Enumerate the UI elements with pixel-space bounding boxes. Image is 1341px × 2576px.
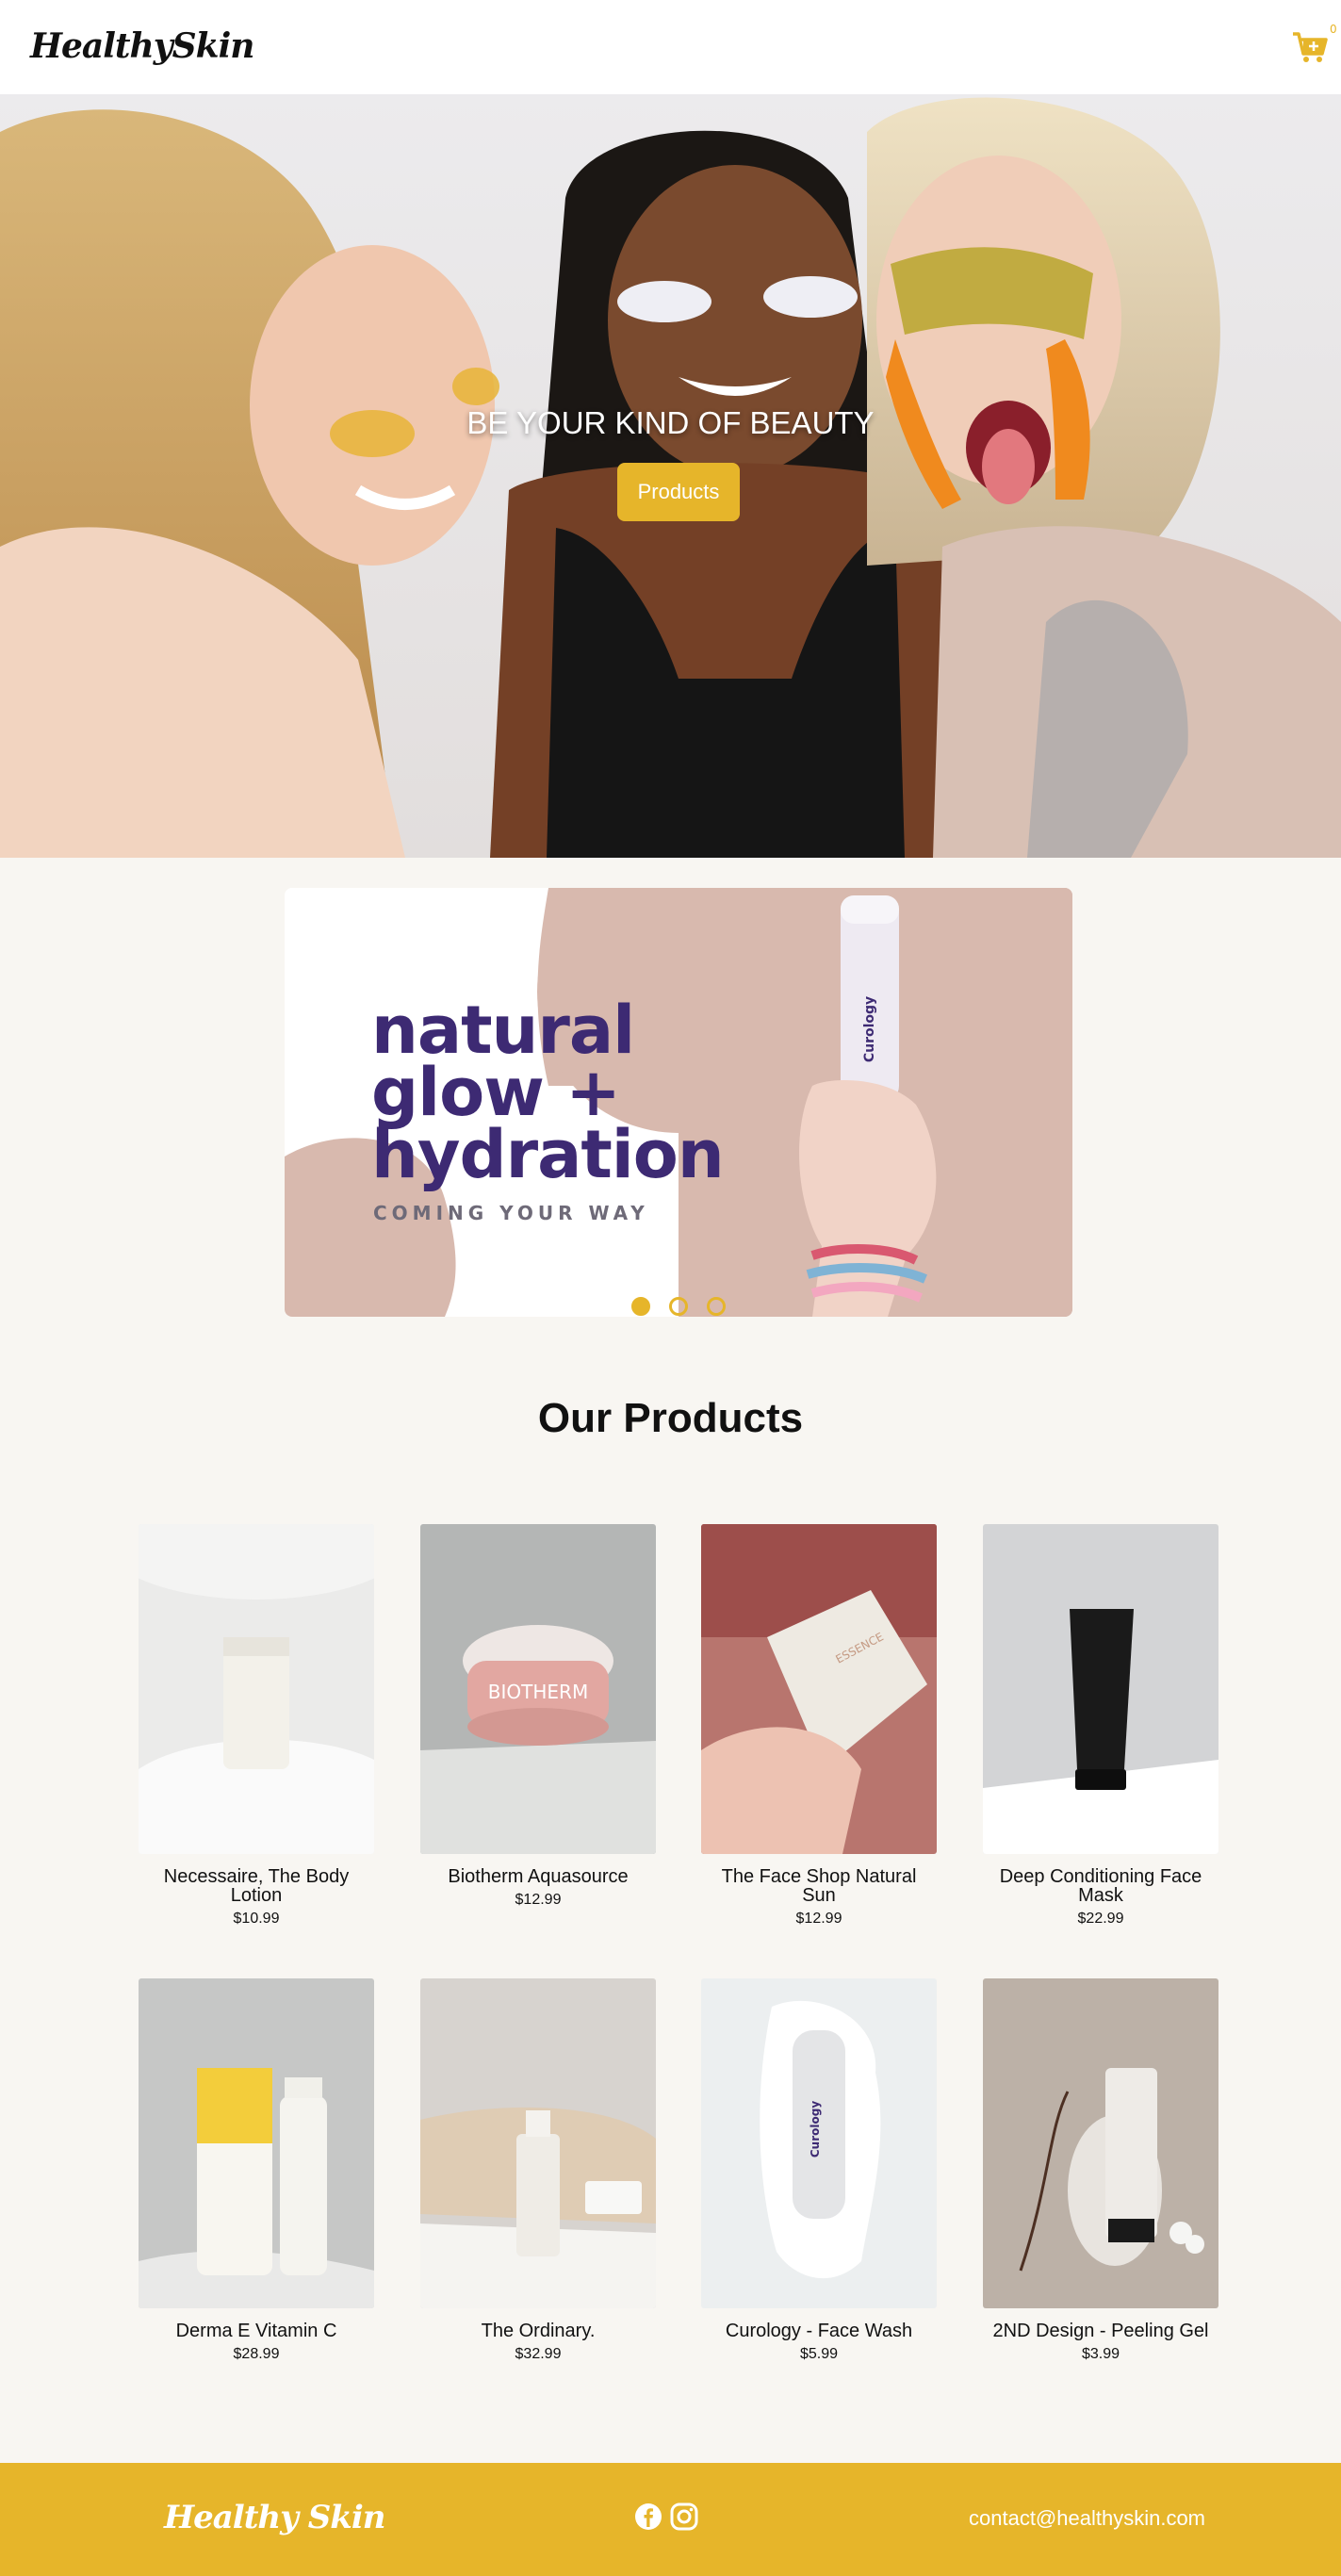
product-price: $12.99 — [515, 1892, 562, 1908]
svg-text:Curology: Curology — [809, 2101, 822, 2158]
facebook-icon[interactable] — [634, 2502, 662, 2531]
hero-title: BE YOUR KIND OF BEAUTY — [466, 405, 875, 440]
product-name: The Ordinary. — [481, 2321, 596, 2341]
site-header: HealthySkin 0 — [0, 0, 1341, 94]
product-price: $12.99 — [795, 1911, 842, 1927]
product-card[interactable]: ESSENCE The Face Shop Natural Sun $12.99 — [701, 1524, 937, 1928]
promo-headline-line: glow + — [371, 1054, 621, 1131]
promo-subheadline: COMING YOUR WAY — [373, 1202, 649, 1224]
carousel-dot-1[interactable] — [631, 1297, 650, 1316]
carousel-dot-2[interactable] — [669, 1297, 688, 1316]
cart-icon[interactable] — [1291, 28, 1329, 66]
product-image[interactable] — [139, 1978, 374, 2308]
product-price: $3.99 — [1081, 2346, 1120, 2362]
footer-logo[interactable]: Healthy Skin — [164, 2499, 385, 2536]
product-price: $28.99 — [233, 2346, 280, 2362]
product-card[interactable]: 2ND Design - Peeling Gel $3.99 — [983, 1978, 1218, 2363]
product-price: $22.99 — [1077, 1911, 1124, 1927]
product-card[interactable]: Deep Conditioning Face Mask $22.99 — [983, 1524, 1218, 1928]
svg-text:Curology: Curology — [862, 996, 877, 1062]
promo-headline-line: natural — [371, 992, 635, 1069]
product-card[interactable]: BIOTHERM Biotherm Aquasource $12.99 — [420, 1524, 656, 1909]
product-image[interactable]: Curology — [701, 1978, 937, 2308]
product-name: Biotherm Aquasource — [448, 1866, 629, 1887]
product-card[interactable]: Necessaire, The Body Lotion $10.99 — [139, 1524, 374, 1928]
product-name: The Face Shop Natural Sun — [721, 1866, 917, 1906]
product-image[interactable] — [983, 1978, 1218, 2308]
promo-headline-line: hydration — [371, 1116, 725, 1193]
product-price: $32.99 — [515, 2346, 562, 2362]
product-image[interactable] — [420, 1978, 656, 2308]
carousel-dot-3[interactable] — [707, 1297, 726, 1316]
site-logo[interactable]: HealthySkin — [30, 26, 254, 66]
product-name: 2ND Design - Peeling Gel — [992, 2321, 1209, 2341]
contact-email-link[interactable]: contact@healthyskin.com — [969, 2506, 1205, 2531]
product-name: Curology - Face Wash — [725, 2321, 913, 2341]
product-name: Necessaire, The Body Lotion — [163, 1866, 350, 1906]
products-button[interactable]: Products — [617, 463, 740, 521]
product-card[interactable]: Derma E Vitamin C $28.99 — [139, 1978, 374, 2363]
product-card[interactable]: Curology Curology - Face Wash $5.99 — [701, 1978, 937, 2363]
promo-carousel[interactable]: Curology natural glow + hydration COMING… — [285, 888, 1072, 1317]
product-card[interactable]: The Ordinary. $32.99 — [420, 1978, 656, 2363]
hero-banner: BE YOUR KIND OF BEAUTY Products — [0, 94, 1341, 858]
cart-count: 0 — [1330, 23, 1337, 36]
product-image[interactable]: ESSENCE — [701, 1524, 937, 1854]
product-price: $5.99 — [799, 2346, 839, 2362]
products-section-title: Our Products — [537, 1395, 804, 1441]
product-image[interactable] — [983, 1524, 1218, 1854]
instagram-icon[interactable] — [670, 2502, 698, 2531]
product-image[interactable]: BIOTHERM — [420, 1524, 656, 1854]
product-image[interactable] — [139, 1524, 374, 1854]
promo-headline: natural glow + hydration — [371, 992, 725, 1193]
product-price: $10.99 — [233, 1911, 280, 1927]
svg-text:BIOTHERM: BIOTHERM — [488, 1681, 588, 1703]
product-name: Deep Conditioning Face Mask — [999, 1866, 1202, 1906]
site-footer: Healthy Skin contact@healthyskin.com — [0, 2463, 1341, 2576]
carousel-indicators — [0, 1297, 1341, 1318]
product-name: Derma E Vitamin C — [175, 2321, 337, 2341]
